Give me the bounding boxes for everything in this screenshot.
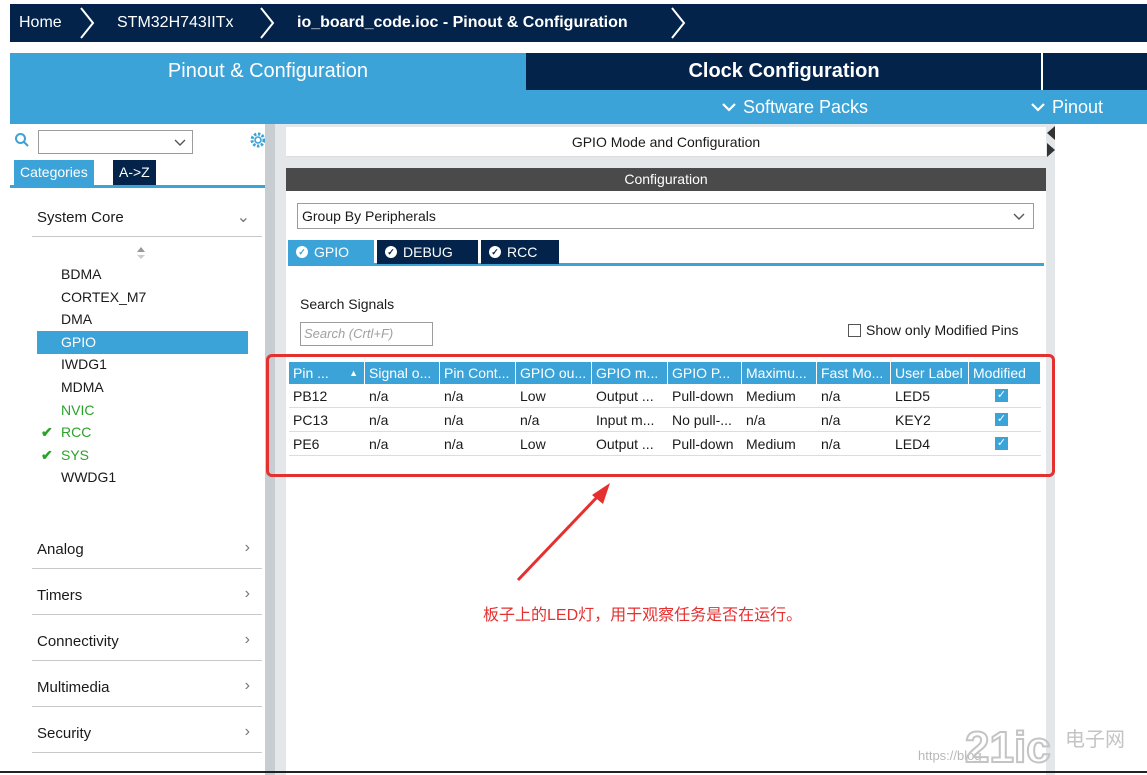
pinout-menu[interactable]: Pinout bbox=[1030, 90, 1103, 124]
group-label: Connectivity bbox=[37, 633, 119, 650]
site-logo: 21ic 电子网 bbox=[965, 720, 1143, 770]
svg-text:电子网: 电子网 bbox=[1065, 727, 1125, 751]
peripheral-item-gpio[interactable]: GPIO bbox=[37, 331, 248, 354]
group-label: Timers bbox=[37, 587, 82, 604]
tab-rcc[interactable]: ✓ RCC bbox=[481, 240, 559, 264]
breadcrumb-mcu[interactable]: STM32H743IITx bbox=[117, 4, 233, 42]
main-tab-bar: Pinout & Configuration Clock Configurati… bbox=[10, 53, 1147, 90]
check-icon: ✔ bbox=[41, 444, 53, 467]
search-signals-input[interactable]: Search (Crtl+F) bbox=[300, 322, 433, 346]
configuration-header: Configuration bbox=[286, 168, 1046, 191]
tab-divider bbox=[1041, 53, 1043, 90]
highlight-box bbox=[266, 354, 1055, 477]
peripheral-label: MDMA bbox=[61, 379, 104, 395]
config-tab-bar: ✓ GPIO ✓ DEBUG ✓ RCC bbox=[288, 240, 1044, 266]
left-panel: Categories A->Z System Core ⌄ BDMA CORTEX… bbox=[10, 124, 275, 775]
group-label: Analog bbox=[37, 541, 84, 558]
peripheral-label: WWDG1 bbox=[61, 469, 116, 485]
collapse-arrow-icon[interactable] bbox=[1046, 125, 1056, 159]
tab-categories[interactable]: Categories bbox=[14, 160, 94, 185]
breadcrumb-project[interactable]: io_board_code.ioc - Pinout & Configurati… bbox=[297, 4, 628, 42]
peripheral-item-rcc[interactable]: ✔ RCC bbox=[37, 421, 248, 444]
svg-text:21ic: 21ic bbox=[965, 723, 1051, 770]
peripheral-item-dma[interactable]: DMA bbox=[37, 308, 248, 331]
pinout-label: Pinout bbox=[1052, 97, 1103, 117]
group-security[interactable]: Security › bbox=[32, 713, 262, 753]
chevron-right-icon: › bbox=[245, 539, 250, 557]
group-connectivity[interactable]: Connectivity › bbox=[32, 621, 262, 661]
peripheral-label: DMA bbox=[61, 311, 92, 327]
software-packs-menu[interactable]: Software Packs bbox=[721, 90, 868, 124]
chevron-right-icon bbox=[78, 4, 96, 42]
show-modified-label: Show only Modified Pins bbox=[866, 322, 1019, 338]
peripheral-label: NVIC bbox=[61, 402, 94, 418]
peripheral-label: IWDG1 bbox=[61, 356, 107, 372]
chevron-down-icon bbox=[721, 101, 737, 113]
group-label: Multimedia bbox=[37, 679, 110, 696]
check-circle-icon: ✓ bbox=[385, 246, 397, 258]
check-circle-icon: ✓ bbox=[296, 246, 308, 258]
peripheral-item-mdma[interactable]: MDMA bbox=[37, 376, 248, 399]
chevron-down-icon[interactable] bbox=[174, 139, 186, 147]
peripheral-label: BDMA bbox=[61, 266, 101, 282]
sub-menu-bar: Software Packs Pinout bbox=[10, 90, 1147, 124]
group-by-select[interactable]: Group By Peripherals bbox=[297, 203, 1034, 229]
group-system-core[interactable]: System Core ⌄ bbox=[32, 197, 262, 237]
group-label: System Core bbox=[37, 209, 124, 226]
chevron-right-icon: › bbox=[245, 631, 250, 649]
tab-a-to-z[interactable]: A->Z bbox=[113, 160, 156, 185]
peripheral-item-sys[interactable]: ✔ SYS bbox=[37, 444, 248, 467]
chevron-right-icon bbox=[669, 4, 687, 42]
peripheral-label: CORTEX_M7 bbox=[61, 289, 146, 305]
group-by-value: Group By Peripherals bbox=[302, 208, 436, 224]
tab-pinout-configuration[interactable]: Pinout & Configuration bbox=[10, 53, 526, 90]
peripheral-label: GPIO bbox=[61, 334, 96, 350]
category-tab-bar: Categories A->Z bbox=[10, 160, 275, 188]
window-bottom-border bbox=[0, 771, 1147, 773]
tab-debug[interactable]: ✓ DEBUG bbox=[377, 240, 478, 264]
group-multimedia[interactable]: Multimedia › bbox=[32, 667, 262, 707]
annotation-arrow bbox=[510, 478, 620, 588]
tab-label: DEBUG bbox=[403, 244, 453, 260]
check-icon: ✔ bbox=[41, 421, 53, 444]
peripheral-label: SYS bbox=[61, 447, 89, 463]
chevron-right-icon bbox=[258, 4, 276, 42]
chevron-right-icon: › bbox=[245, 585, 250, 603]
watermark: https://blog 21ic 电子网 bbox=[915, 720, 1145, 772]
group-label: Security bbox=[37, 725, 91, 742]
panel-title: GPIO Mode and Configuration bbox=[286, 127, 1046, 157]
checkbox-box[interactable] bbox=[848, 324, 861, 337]
chevron-right-icon: › bbox=[245, 723, 250, 741]
group-analog[interactable]: Analog › bbox=[32, 529, 262, 569]
peripheral-item-iwdg1[interactable]: IWDG1 bbox=[37, 353, 248, 376]
tab-clock-configuration[interactable]: Clock Configuration bbox=[527, 53, 1041, 90]
peripheral-item-bdma[interactable]: BDMA bbox=[37, 263, 248, 286]
peripheral-label: RCC bbox=[61, 424, 91, 440]
annotation-text: 板子上的LED灯，用于观察任务是否在运行。 bbox=[483, 601, 802, 625]
sort-icon[interactable] bbox=[136, 246, 146, 260]
software-packs-label: Software Packs bbox=[743, 97, 868, 117]
peripheral-item-cortex-m7[interactable]: CORTEX_M7 bbox=[37, 286, 248, 309]
search-icon[interactable] bbox=[14, 132, 30, 148]
breadcrumb: Home STM32H743IITx io_board_code.ioc - P… bbox=[0, 0, 1147, 46]
peripheral-item-wwdg1[interactable]: WWDG1 bbox=[37, 466, 248, 489]
show-modified-pins-checkbox[interactable]: Show only Modified Pins bbox=[848, 322, 1019, 338]
chevron-down-icon: ⌄ bbox=[237, 207, 250, 227]
check-circle-icon: ✓ bbox=[489, 246, 501, 258]
chevron-right-icon: › bbox=[245, 677, 250, 695]
chevron-down-icon bbox=[1030, 101, 1046, 113]
tab-gpio[interactable]: ✓ GPIO bbox=[288, 240, 374, 264]
chevron-down-icon bbox=[1013, 213, 1025, 221]
group-timers[interactable]: Timers › bbox=[32, 575, 262, 615]
tab-label: GPIO bbox=[314, 244, 349, 260]
category-search-row bbox=[10, 128, 275, 154]
tab-label: RCC bbox=[507, 244, 537, 260]
search-signals-label: Search Signals bbox=[300, 296, 394, 312]
peripheral-item-nvic[interactable]: NVIC bbox=[37, 399, 248, 422]
category-search-input[interactable] bbox=[38, 130, 193, 154]
breadcrumb-home[interactable]: Home bbox=[19, 4, 62, 42]
